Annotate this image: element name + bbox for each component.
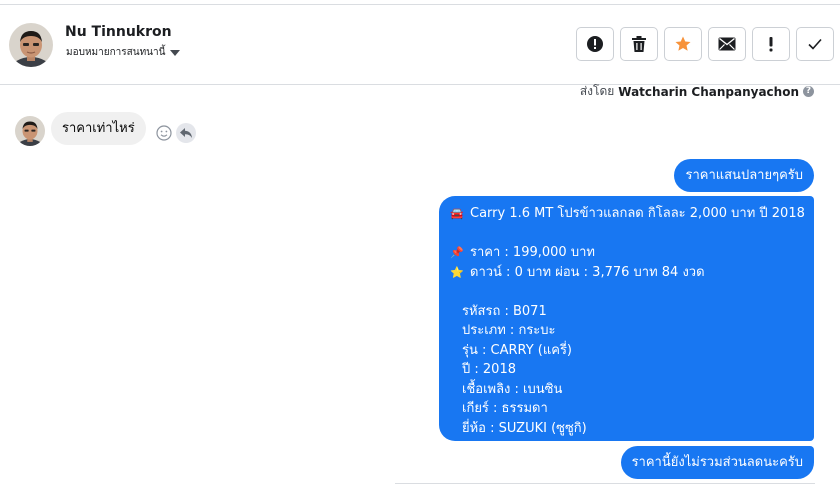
caret-down-icon (170, 49, 181, 56)
delete-button[interactable] (620, 27, 658, 61)
contact-avatar-image (9, 23, 53, 67)
conversation-header: Nu Tinnukron มอบหมายการสนทนานี้ (0, 5, 840, 85)
contact-avatar[interactable] (9, 23, 53, 67)
check-icon (808, 38, 822, 50)
listing-price-line: 📌 ราคา : 199,000 บาท (450, 243, 802, 263)
listing-fuel: เชื้อเพลิง : เบนซิน (462, 381, 563, 397)
assign-label: มอบหมายการสนทนานี้ (66, 47, 166, 58)
star-emoji-icon: ⭐ (450, 265, 464, 279)
conversation-toolbar (576, 27, 834, 61)
listing-price: ราคา : 199,000 บาท (470, 245, 595, 260)
reply-button[interactable] (176, 123, 196, 143)
pushpin-icon: 📌 (450, 246, 464, 259)
trash-icon (632, 36, 646, 52)
exclamation-icon (769, 37, 773, 52)
car-icon: 🚘 (450, 207, 464, 220)
reply-icon (180, 128, 192, 138)
alert-circle-icon (587, 36, 603, 52)
outgoing-message: ราคานี้ยังไม่รวมส่วนลดนะครับ (620, 446, 814, 479)
composer-divider (395, 483, 815, 484)
star-button[interactable] (664, 27, 702, 61)
envelope-icon (718, 37, 736, 51)
sent-by-name: Watcharin Chanpanyachon (618, 84, 799, 99)
contact-name[interactable]: Nu Tinnukron (65, 24, 172, 40)
done-button[interactable] (796, 27, 834, 61)
listing-down-line: ⭐ ดาวน์ : 0 บาท ผ่อน : 3,776 บาท 84 งวด (450, 263, 802, 283)
emoji-reaction-icon[interactable] (156, 125, 172, 141)
spam-button[interactable] (576, 27, 614, 61)
sent-by-line: ส่งโดย Watcharin Chanpanyachon ? (580, 82, 814, 101)
incoming-message: ราคาเท่าไหร่ (51, 112, 146, 145)
important-button[interactable] (752, 27, 790, 61)
listing-year: ปี : 2018 (462, 362, 516, 377)
listing-title: Carry 1.6 MT โปรข้าวแลกลด กิโลละ 2,000 บ… (470, 206, 805, 221)
outgoing-listing-message: 🚘 Carry 1.6 MT โปรข้าวแลกลด กิโลละ 2,000 … (439, 196, 814, 441)
unread-button[interactable] (708, 27, 746, 61)
help-icon[interactable]: ? (803, 86, 814, 97)
listing-gear: เกียร์ : ธรรมดา (462, 401, 548, 416)
star-icon (675, 36, 691, 51)
outgoing-message: ราคาแสนปลายๆครับ (674, 159, 814, 192)
listing-title-line: 🚘 Carry 1.6 MT โปรข้าวแลกลด กิโลละ 2,000 … (450, 204, 805, 224)
listing-code: รหัสรถ : B071 (462, 303, 547, 319)
sender-avatar-image (15, 116, 45, 146)
assign-conversation-dropdown[interactable]: มอบหมายการสนทนานี้ (66, 45, 181, 60)
sent-by-prefix: ส่งโดย (579, 84, 615, 98)
sender-avatar (15, 116, 45, 146)
listing-model: รุ่น : CARRY (แครี่) (462, 342, 572, 358)
listing-down: ดาวน์ : 0 บาท ผ่อน : 3,776 บาท 84 งวด (470, 264, 705, 280)
listing-brand: ยี่ห้อ : SUZUKI (ซูซูกิ) (462, 420, 587, 436)
listing-type: ประเภท : กระบะ (462, 323, 556, 338)
